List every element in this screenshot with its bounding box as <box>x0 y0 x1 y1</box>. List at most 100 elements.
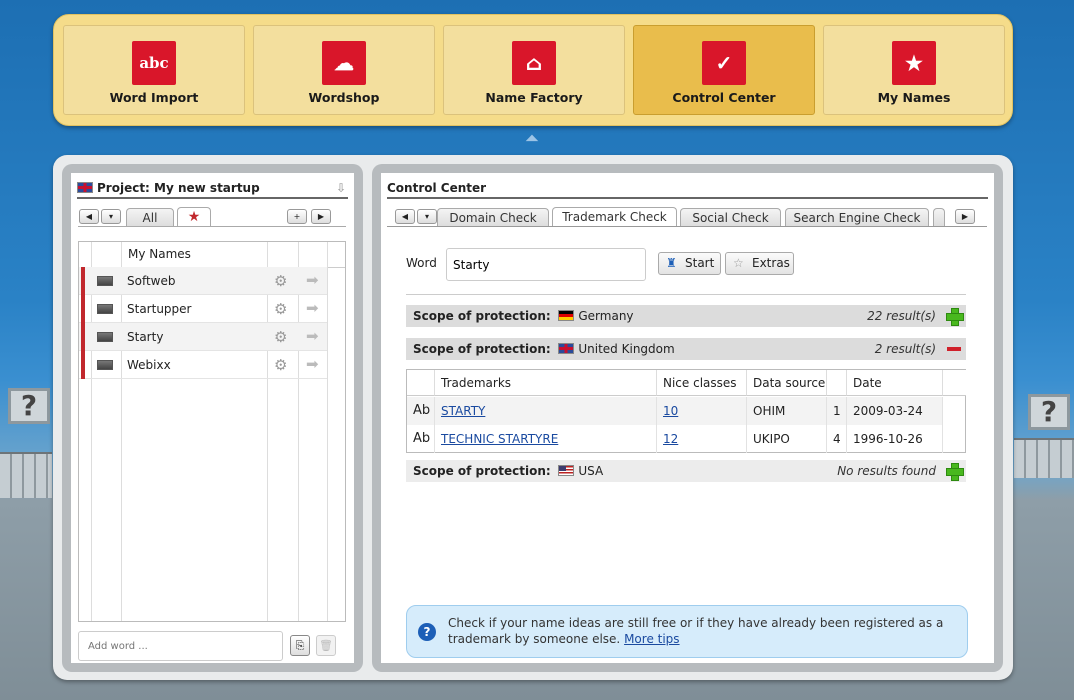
tab-menu-button[interactable]: ▾ <box>101 209 121 224</box>
toolbar-control-center[interactable]: ✓ Control Center <box>633 25 815 115</box>
next-tab-button[interactable]: ▶ <box>311 209 331 224</box>
nice-class-link[interactable]: 12 <box>663 432 678 446</box>
list-item-name: Softweb <box>127 274 176 288</box>
list-item[interactable]: Webixx ⚙ ➡ <box>79 351 327 379</box>
toolbar-my-names[interactable]: ★ My Names <box>823 25 1005 115</box>
list-item-name: Startupper <box>127 302 192 316</box>
trademark-link[interactable]: STARTY <box>441 404 485 418</box>
arrow-right-icon[interactable]: ➡ <box>306 327 319 345</box>
source-count: 1 <box>827 397 847 425</box>
divider <box>406 294 966 295</box>
collapse-toolbar-icon[interactable]: ⏶ <box>518 130 546 150</box>
scope-country: Germany <box>578 309 634 323</box>
arrow-right-icon[interactable]: ➡ <box>306 271 319 289</box>
gear-icon[interactable]: ⚙ <box>274 300 287 318</box>
nice-class-link[interactable]: 10 <box>663 404 678 418</box>
status-bar <box>81 267 85 295</box>
toolbar-name-factory[interactable]: ⌂ Name Factory <box>443 25 625 115</box>
column-header-my-names: My Names <box>128 247 191 261</box>
next-tab-button[interactable]: ▶ <box>955 209 975 224</box>
prev-tab-button[interactable]: ◀ <box>79 209 99 224</box>
import-button[interactable]: ⎘ <box>290 635 310 656</box>
main-panel: Project: My new startup ⇩ ◀ ▾ All ★ + ▶ … <box>53 155 1013 680</box>
scope-result-count: No results found <box>837 464 936 478</box>
gear-icon[interactable]: ⚙ <box>274 272 287 290</box>
expand-plus-icon[interactable] <box>946 308 964 326</box>
toolbar-label: Name Factory <box>485 90 583 105</box>
scope-row-germany[interactable]: Scope of protection: Germany 22 result(s… <box>406 305 966 327</box>
data-source: OHIM <box>747 397 827 425</box>
tab-domain-check[interactable]: Domain Check <box>437 208 549 227</box>
names-list: My Names Softweb ⚙ ➡ Startupper ⚙ ➡ Starty… <box>78 241 346 622</box>
tab-social-check[interactable]: Social Check <box>680 208 781 227</box>
trademark-date: 1996-10-26 <box>847 425 943 453</box>
column-divider <box>327 242 328 621</box>
arrow-right-icon[interactable]: ➡ <box>306 355 319 373</box>
star-outline-icon: ☆ <box>733 256 744 270</box>
germany-flag-icon <box>558 310 575 321</box>
tab-menu-button[interactable]: ▾ <box>417 209 437 224</box>
tab-divider <box>78 226 346 227</box>
expand-plus-icon[interactable] <box>946 463 964 481</box>
toolbar-word-import[interactable]: abc Word Import <box>63 25 245 115</box>
download-arrow-icon[interactable]: ⇩ <box>336 177 346 199</box>
tab-divider <box>387 226 987 227</box>
tab-label: Trademark Check <box>562 210 667 224</box>
table-header-icon <box>407 370 435 396</box>
toolbar-wordshop[interactable]: ☁ Wordshop <box>253 25 435 115</box>
status-bar <box>81 323 85 351</box>
gear-icon[interactable]: ⚙ <box>274 328 287 346</box>
list-item[interactable]: Starty ⚙ ➡ <box>79 323 327 351</box>
list-item[interactable]: Startupper ⚙ ➡ <box>79 295 327 323</box>
main-toolbar: abc Word Import ☁ Wordshop ⌂ Name Factor… <box>53 14 1013 126</box>
tab-all[interactable]: All <box>126 208 174 227</box>
trademark-table: Trademarks Nice classes Data source Date… <box>406 369 966 453</box>
nice-class: 10 <box>657 397 747 425</box>
factory-icon: ⌂ <box>512 41 556 85</box>
toolbar-label: Control Center <box>672 90 776 105</box>
add-tab-button[interactable]: + <box>287 209 307 224</box>
project-title-bar: Project: My new startup ⇩ <box>77 177 348 199</box>
trademark-date: 2009-03-24 <box>847 397 943 425</box>
star-icon: ★ <box>187 209 201 225</box>
add-word-input[interactable] <box>78 631 283 661</box>
table-header: Nice classes <box>657 370 747 396</box>
trash-icon: 🗑 <box>319 639 333 652</box>
project-panel-inner: Project: My new startup ⇩ ◀ ▾ All ★ + ▶ … <box>71 173 354 663</box>
toolbar-label: Wordshop <box>308 90 380 105</box>
table-header: Date <box>847 370 943 396</box>
collapse-minus-icon[interactable] <box>947 347 961 351</box>
more-tips-link[interactable]: More tips <box>624 632 679 646</box>
project-title: Project: My new startup <box>97 181 260 195</box>
scope-result-count: 2 result(s) <box>874 342 936 356</box>
abc-icon: abc <box>132 41 176 85</box>
ab-icon: Ab <box>407 425 435 453</box>
toolbar-label: My Names <box>877 90 951 105</box>
delete-button[interactable]: 🗑 <box>316 635 336 656</box>
tab-favorites[interactable]: ★ <box>177 207 211 227</box>
tab-label: Domain Check <box>449 211 537 225</box>
trademark-name: TECHNIC STARTYRE <box>435 425 657 453</box>
scope-row-united-kingdom[interactable]: Scope of protection: United Kingdom 2 re… <box>406 338 966 360</box>
status-bar <box>81 351 85 379</box>
tab-search-engine-check[interactable]: Search Engine Check <box>785 208 929 227</box>
prev-tab-button[interactable]: ◀ <box>395 209 415 224</box>
control-center-inner: Control Center ◀ ▾ Domain Check Trademar… <box>381 173 994 663</box>
start-button[interactable]: ♜ Start <box>658 252 721 275</box>
arrow-right-icon[interactable]: ➡ <box>306 299 319 317</box>
scope-row-usa[interactable]: Scope of protection: USA No results foun… <box>406 460 966 482</box>
list-item[interactable]: Softweb ⚙ ➡ <box>79 267 327 295</box>
tip-box: ? Check if your name ideas are still fre… <box>406 605 968 658</box>
word-input[interactable] <box>446 248 646 281</box>
check-icon: ✓ <box>702 41 746 85</box>
trademark-link[interactable]: TECHNIC STARTYRE <box>441 432 558 446</box>
extras-button[interactable]: ☆ Extras <box>725 252 794 275</box>
scope-result-count: 22 result(s) <box>867 309 936 323</box>
source-count: 4 <box>827 425 847 453</box>
gear-icon[interactable]: ⚙ <box>274 356 287 374</box>
tab-trademark-check[interactable]: Trademark Check <box>552 207 677 227</box>
table-header-count <box>827 370 847 396</box>
tab-overflow[interactable] <box>933 208 945 227</box>
uk-flag-icon <box>558 343 575 354</box>
list-item-name: Webixx <box>127 358 171 372</box>
